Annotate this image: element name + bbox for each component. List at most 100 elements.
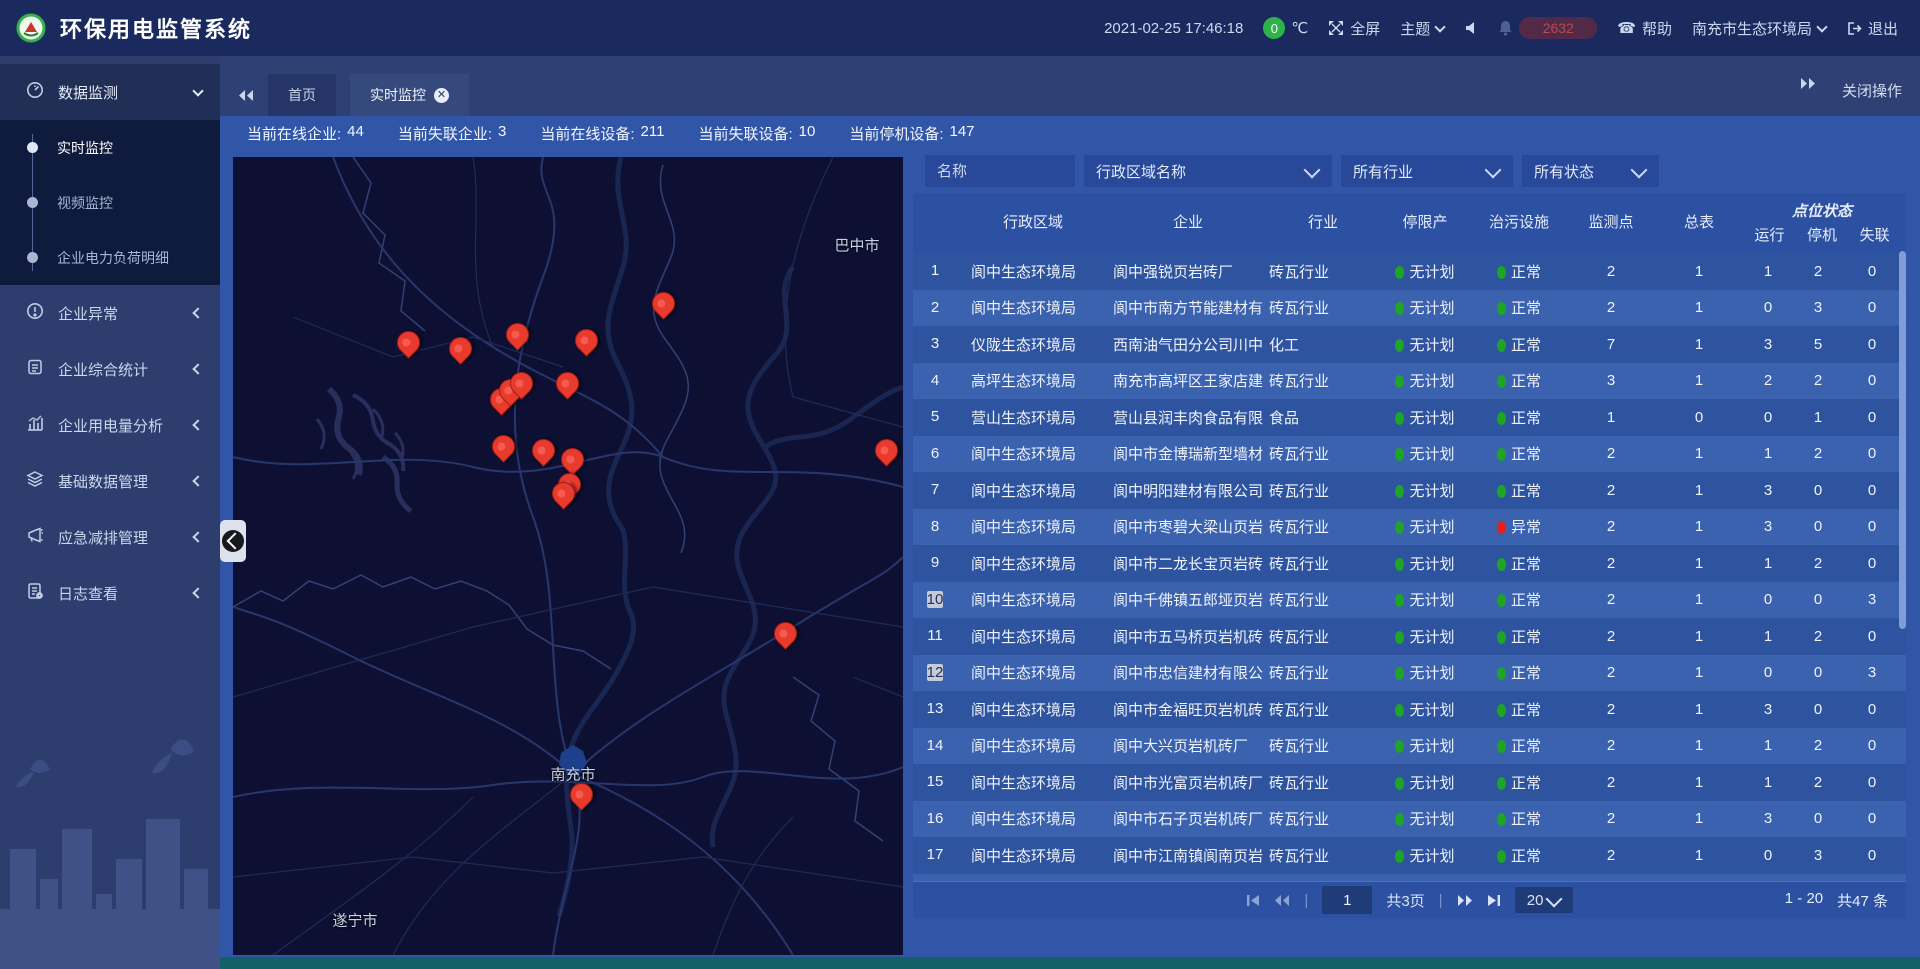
table-row[interactable]: 11 阆中生态环境局 阆中市五马桥页岩机砖 砖瓦行业 无计划 正常 2 1 1 … xyxy=(913,618,1906,655)
prev-page-button[interactable] xyxy=(1274,894,1290,907)
table-row[interactable]: 4 高坪生态环境局 南充市高坪区王家店建 砖瓦行业 无计划 正常 3 1 2 2… xyxy=(913,363,1906,400)
cell-running: 3 xyxy=(1743,336,1793,353)
cell-industry: 化工 xyxy=(1267,334,1379,355)
tabs-scroll-left-button[interactable] xyxy=(238,89,254,102)
help-button[interactable]: ☎ 帮助 xyxy=(1617,18,1672,39)
stat-label: 当前失联设备: xyxy=(698,123,792,144)
cell-stopped: 0 xyxy=(1793,591,1843,608)
chevron-down-icon xyxy=(1816,21,1827,32)
logout-icon xyxy=(1846,21,1862,36)
table-row[interactable]: 10 阆中生态环境局 阆中千佛镇五郎垭页岩 砖瓦行业 无计划 正常 2 1 0 … xyxy=(913,582,1906,619)
table-row[interactable]: 17 阆中生态环境局 阆中市江南镇阆南页岩 砖瓦行业 无计划 正常 2 1 0 … xyxy=(913,837,1906,874)
cell-limit-production: 无计划 xyxy=(1379,261,1471,282)
table-row[interactable]: 12 阆中生态环境局 阆中市忠信建材有限公 砖瓦行业 无计划 正常 2 1 0 … xyxy=(913,655,1906,692)
tab-close-icon[interactable]: ✕ xyxy=(434,88,449,103)
sidebar-item-企业综合统计[interactable]: 企业综合统计 xyxy=(0,341,220,397)
col-total-meter: 总表 xyxy=(1655,193,1743,253)
bullet-dot-icon xyxy=(27,252,38,263)
fullscreen-button[interactable]: 全屏 xyxy=(1328,18,1380,39)
logout-button[interactable]: 退出 xyxy=(1846,18,1898,39)
sidebar-item-应急减排管理[interactable]: 应急减排管理 xyxy=(0,509,220,565)
status-dot xyxy=(1395,850,1404,863)
row-index: 10 xyxy=(913,586,957,614)
industry-select[interactable]: 所有行业 xyxy=(1341,155,1513,187)
cell-running: 2 xyxy=(1743,372,1793,389)
stat-item: 当前失联企业: 3 xyxy=(398,123,507,144)
name-search-input[interactable] xyxy=(925,155,1075,187)
theme-dropdown[interactable]: 主题 xyxy=(1400,18,1444,39)
sidebar-subitem-实时监控[interactable]: 实时监控 xyxy=(0,120,220,175)
table-row[interactable]: 8 阆中生态环境局 阆中市枣碧大梁山页岩 砖瓦行业 无计划 异常 2 1 3 0… xyxy=(913,509,1906,546)
sidebar-subitem-视频监控[interactable]: 视频监控 xyxy=(0,175,220,230)
cell-pollution-facility: 正常 xyxy=(1471,808,1567,829)
table-scrollbar[interactable] xyxy=(1899,251,1906,629)
map-city-label: 遂宁市 xyxy=(332,910,377,931)
table-row[interactable]: 14 阆中生态环境局 阆中大兴页岩机砖厂 砖瓦行业 无计划 正常 2 1 1 2… xyxy=(913,728,1906,765)
sidebar-item-企业异常[interactable]: 企业异常 xyxy=(0,285,220,341)
cell-industry: 砖瓦行业 xyxy=(1267,808,1379,829)
status-dot xyxy=(1395,339,1404,352)
table-row[interactable]: 6 阆中生态环境局 阆中市金博瑞新型墙材 砖瓦行业 无计划 正常 2 1 1 2… xyxy=(913,436,1906,473)
status-dot xyxy=(1497,558,1506,571)
cell-region: 营山生态环境局 xyxy=(957,407,1109,428)
last-page-button[interactable] xyxy=(1487,894,1501,907)
table-row[interactable]: 16 阆中生态环境局 阆中市石子页岩机砖厂 砖瓦行业 无计划 正常 2 1 3 … xyxy=(913,801,1906,838)
table-row[interactable]: 13 阆中生态环境局 阆中市金福旺页岩机砖 砖瓦行业 无计划 正常 2 1 3 … xyxy=(913,691,1906,728)
table-row[interactable]: 3 仪陇生态环境局 西南油气田分公司川中 化工 无计划 正常 7 1 3 5 0 xyxy=(913,326,1906,363)
cell-industry: 砖瓦行业 xyxy=(1267,735,1379,756)
stat-label: 当前停机设备: xyxy=(849,123,943,144)
first-page-button[interactable] xyxy=(1246,894,1260,907)
sidebar-subitem-企业电力负荷明细[interactable]: 企业电力负荷明细 xyxy=(0,230,220,285)
col-region: 行政区域 xyxy=(957,193,1109,253)
chevron-down-icon xyxy=(192,85,203,96)
sidebar-item-数据监测[interactable]: 数据监测 xyxy=(0,64,220,120)
cell-stopped: 2 xyxy=(1793,445,1843,462)
cell-limit-production: 无计划 xyxy=(1379,297,1471,318)
cell-pollution-facility: 正常 xyxy=(1471,480,1567,501)
tabs-scroll-right-button[interactable] xyxy=(1800,77,1816,90)
cell-pollution-facility: 正常 xyxy=(1471,443,1567,464)
tab-realtime-monitor[interactable]: 实时监控 ✕ xyxy=(350,74,469,116)
cell-monitor-points: 2 xyxy=(1567,263,1655,280)
notifications[interactable]: 2632 xyxy=(1498,17,1597,39)
next-page-button[interactable] xyxy=(1457,894,1473,907)
page-size-select[interactable]: 20 xyxy=(1515,887,1573,913)
cell-total-meter: 1 xyxy=(1655,482,1743,499)
table-row[interactable]: 9 阆中生态环境局 阆中市二龙长宝页岩砖 砖瓦行业 无计划 正常 2 1 1 2… xyxy=(913,545,1906,582)
table-row[interactable]: 1 阆中生态环境局 阆中强锐页岩砖厂 砖瓦行业 无计划 正常 2 1 1 2 0 xyxy=(913,253,1906,290)
cell-company: 阆中市二龙长宝页岩砖 xyxy=(1109,553,1267,574)
tab-home[interactable]: 首页 xyxy=(268,74,336,116)
sidebar-item-企业用电量分析[interactable]: 企业用电量分析 xyxy=(0,397,220,453)
sidebar-item-基础数据管理[interactable]: 基础数据管理 xyxy=(0,453,220,509)
close-operations-button[interactable]: 关闭操作 xyxy=(1842,80,1902,101)
cell-total-meter: 1 xyxy=(1655,591,1743,608)
cell-stopped: 2 xyxy=(1793,628,1843,645)
collapse-left-icon xyxy=(222,530,244,552)
status-dot xyxy=(1395,266,1404,279)
col-limit-production: 停限产 xyxy=(1379,193,1471,253)
status-select[interactable]: 所有状态 xyxy=(1522,155,1659,187)
status-dot xyxy=(1497,448,1506,461)
mute-button[interactable] xyxy=(1464,21,1478,35)
status-dot xyxy=(1395,485,1404,498)
table-row[interactable]: 5 营山生态环境局 营山县润丰肉食品有限 食品 无计划 正常 1 0 0 1 0 xyxy=(913,399,1906,436)
table-row[interactable]: 15 阆中生态环境局 阆中市光富页岩机砖厂 砖瓦行业 无计划 正常 2 1 1 … xyxy=(913,764,1906,801)
table-row[interactable]: 7 阆中生态环境局 阆中明阳建材有限公司 砖瓦行业 无计划 正常 2 1 3 0… xyxy=(913,472,1906,509)
bullet-dot-icon xyxy=(27,142,38,153)
table-row[interactable]: 18 南部生态环境局 南部县础华土源有限公 建材加工 无计划 正常 6 0 0 … xyxy=(913,874,1906,882)
cell-industry: 砖瓦行业 xyxy=(1267,261,1379,282)
cell-monitor-points: 2 xyxy=(1567,737,1655,754)
cell-stopped: 5 xyxy=(1793,336,1843,353)
sidebar-item-日志查看[interactable]: 日志查看 xyxy=(0,565,220,621)
region-select[interactable]: 行政区域名称 xyxy=(1084,155,1332,187)
row-index: 2 xyxy=(913,294,957,322)
cell-total-meter: 0 xyxy=(1655,409,1743,426)
cell-monitor-points: 2 xyxy=(1567,628,1655,645)
cell-industry: 砖瓦行业 xyxy=(1267,516,1379,537)
cell-industry: 食品 xyxy=(1267,407,1379,428)
table-row[interactable]: 2 阆中生态环境局 阆中市南方节能建材有 砖瓦行业 无计划 正常 2 1 0 3… xyxy=(913,290,1906,327)
org-dropdown[interactable]: 南充市生态环境局 xyxy=(1692,18,1826,39)
page-number-input[interactable] xyxy=(1322,886,1372,914)
map-collapse-button[interactable] xyxy=(220,520,246,562)
map-panel[interactable]: 巴中市南充市遂宁市 xyxy=(233,157,903,955)
